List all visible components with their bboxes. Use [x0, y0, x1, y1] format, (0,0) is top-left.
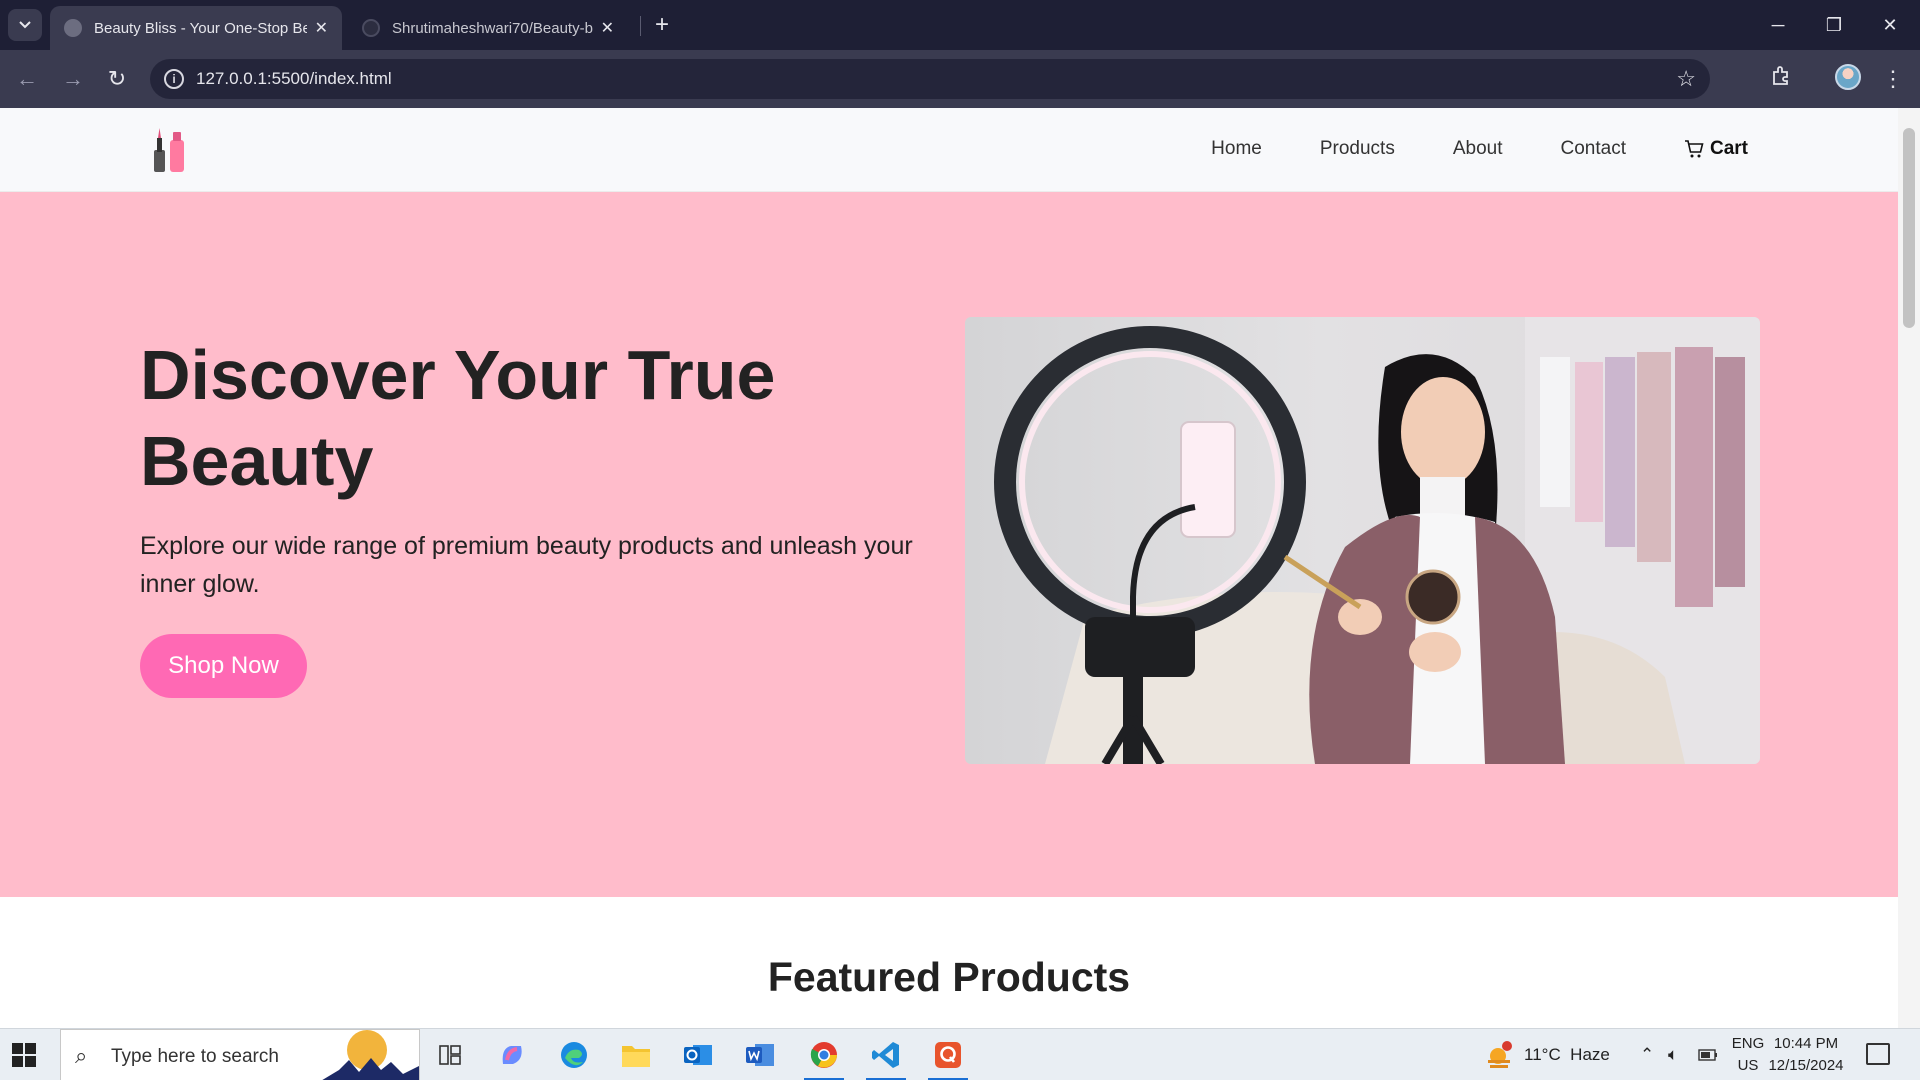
- close-icon[interactable]: ✕: [315, 18, 328, 38]
- tab-title: Shrutimaheshwari70/Beauty-bl: [392, 19, 593, 37]
- lang-region: US: [1737, 1057, 1759, 1074]
- battery-icon[interactable]: [1698, 1029, 1718, 1080]
- hero-subtitle: Explore our wide range of premium beauty…: [140, 532, 913, 598]
- nav-cart-link[interactable]: Cart: [1684, 138, 1748, 160]
- system-clock[interactable]: 10:44 PM 12/15/2024: [1766, 1033, 1846, 1077]
- tab-beauty-bliss[interactable]: Beauty Bliss - Your One-Stop Be ✕: [50, 6, 342, 50]
- back-arrow-icon[interactable]: ←: [12, 64, 42, 94]
- language-indicator[interactable]: ENG US: [1730, 1033, 1766, 1077]
- nav-products-link[interactable]: Products: [1320, 138, 1395, 160]
- lipstick-logo-icon: [154, 128, 184, 172]
- tab-separator: [640, 16, 641, 36]
- browser-tab-bar: Beauty Bliss - Your One-Stop Be ✕ Shruti…: [0, 0, 1920, 50]
- globe-icon: [64, 19, 82, 37]
- word-icon[interactable]: [740, 1037, 780, 1073]
- hero-image: [965, 317, 1760, 764]
- hero-title: Discover Your True Beauty: [140, 336, 776, 500]
- site-header: Home Products About Contact Cart: [0, 108, 1898, 192]
- window-close-icon[interactable]: ✕: [1870, 10, 1910, 40]
- minimize-icon[interactable]: ─: [1758, 10, 1798, 40]
- bookmark-star-icon[interactable]: ☆: [1676, 66, 1696, 92]
- notification-center-icon[interactable]: [1866, 1043, 1890, 1065]
- forward-arrow-icon[interactable]: →: [58, 64, 88, 94]
- windows-start-icon[interactable]: [12, 1043, 36, 1067]
- vscode-icon[interactable]: [866, 1037, 906, 1080]
- tab-title: Beauty Bliss - Your One-Stop Be: [94, 19, 307, 37]
- featured-products-title: Featured Products: [767, 954, 1131, 1000]
- reload-icon[interactable]: ↻: [102, 64, 132, 94]
- site-info-icon[interactable]: i: [164, 69, 184, 89]
- show-hidden-icons-chevron-up-icon[interactable]: ⌃: [1640, 1029, 1654, 1080]
- cart-label: Cart: [1709, 138, 1748, 159]
- qbittorrent-icon[interactable]: [928, 1037, 968, 1080]
- windows-taskbar: ⌕ Type here to search 11°C Haze ⌃ 🔈︎ ENG…: [0, 1028, 1920, 1080]
- search-highlight-art: [322, 1030, 419, 1080]
- clock-date: 12/15/2024: [1768, 1057, 1844, 1074]
- beauty-vlogger-illustration: [994, 317, 1760, 764]
- clock-time: 10:44 PM: [1773, 1035, 1839, 1052]
- github-icon: [362, 19, 380, 37]
- edge-browser-icon[interactable]: [554, 1037, 594, 1073]
- page-scrollbar[interactable]: [1898, 108, 1920, 1028]
- chrome-icon[interactable]: [804, 1037, 844, 1080]
- close-icon[interactable]: ✕: [601, 18, 614, 38]
- nav-contact-link[interactable]: Contact: [1561, 138, 1626, 160]
- browser-menu-icon[interactable]: ⋮: [1880, 64, 1906, 94]
- extensions-icon[interactable]: [1766, 64, 1796, 94]
- search-icon: ⌕: [75, 1043, 88, 1068]
- restore-icon[interactable]: ❐: [1814, 10, 1854, 40]
- tab-search-button[interactable]: [8, 9, 42, 41]
- nav-about-link[interactable]: About: [1453, 138, 1503, 160]
- url-text: 127.0.0.1:5500/index.html: [196, 69, 392, 88]
- new-tab-button[interactable]: +: [650, 10, 674, 40]
- copilot-icon[interactable]: [492, 1037, 532, 1073]
- browser-toolbar: ← → ↻ i 127.0.0.1:5500/index.html ☆ ⋮: [0, 50, 1920, 108]
- weather-haze-icon: [1488, 1041, 1512, 1068]
- outlook-icon[interactable]: [678, 1037, 718, 1073]
- main-nav: Home Products About Contact Cart: [1153, 138, 1748, 160]
- task-view-icon[interactable]: [430, 1037, 470, 1073]
- address-bar[interactable]: i 127.0.0.1:5500/index.html ☆: [150, 59, 1710, 99]
- hero-section: Discover Your True Beauty Explore our wi…: [0, 192, 1898, 897]
- chevron-down-icon: [19, 21, 31, 29]
- file-explorer-icon[interactable]: [616, 1037, 656, 1073]
- cart-icon: [1684, 140, 1704, 158]
- page-viewport: Home Products About Contact Cart Discove…: [0, 108, 1920, 1028]
- profile-avatar[interactable]: [1835, 64, 1861, 90]
- lang-code: ENG: [1731, 1035, 1765, 1052]
- speaker-muted-icon[interactable]: 🔈︎: [1668, 1029, 1678, 1080]
- shop-now-button[interactable]: Shop Now: [140, 634, 307, 698]
- weather-widget[interactable]: 11°C Haze: [1484, 1029, 1610, 1080]
- taskbar-search-input[interactable]: ⌕ Type here to search: [60, 1029, 420, 1080]
- weather-text: 11°C Haze: [1524, 1045, 1610, 1064]
- nav-home-link[interactable]: Home: [1211, 138, 1262, 160]
- scrollbar-thumb[interactable]: [1903, 128, 1915, 328]
- tab-github[interactable]: Shrutimaheshwari70/Beauty-bl ✕: [348, 6, 628, 50]
- search-placeholder: Type here to search: [111, 1046, 279, 1067]
